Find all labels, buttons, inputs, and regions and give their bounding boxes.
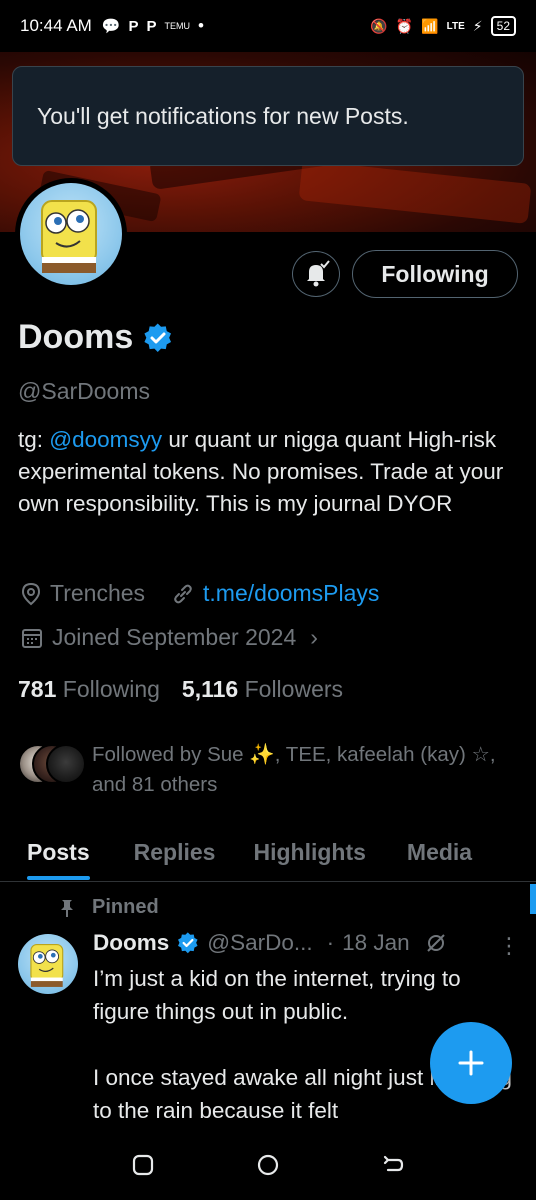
- post-author-name[interactable]: Dooms: [93, 930, 169, 956]
- p-icon: P: [128, 17, 139, 35]
- dot-icon: •: [198, 16, 204, 35]
- post-header: Dooms @SarDo... · 18 Jan: [93, 930, 448, 956]
- following-count: 781: [18, 676, 57, 702]
- website-item[interactable]: t.me/doomsPlays: [171, 580, 379, 607]
- home-icon[interactable]: [255, 1152, 281, 1178]
- battery-icon: 52: [490, 16, 516, 36]
- notification-bell-button[interactable]: [292, 251, 340, 297]
- profile-handle: @SarDooms: [18, 378, 150, 404]
- tab-highlights[interactable]: Highlights: [253, 822, 365, 882]
- tab-posts[interactable]: Posts: [27, 822, 90, 882]
- status-time: 10:44 AM: [20, 16, 92, 35]
- pin-icon: [61, 899, 73, 917]
- website-link[interactable]: t.me/doomsPlays: [203, 580, 379, 607]
- location-text: Trenches: [50, 580, 146, 606]
- pinned-indicator: Pinned: [58, 896, 159, 919]
- network-label: LTE: [446, 20, 465, 32]
- followed-by-row[interactable]: Followed by Sue ✨, TEE, kafeelah (kay) ☆…: [18, 740, 512, 800]
- profile-bio: tg: @doomsyy ur quant ur nigga quant Hig…: [18, 424, 518, 520]
- scrollbar[interactable]: [530, 884, 536, 914]
- toast-message: You'll get notifications for new Posts.: [37, 102, 409, 129]
- joined-text: Joined September 2024: [52, 624, 297, 650]
- avatar-image: [30, 944, 64, 987]
- tab-media[interactable]: Media: [407, 822, 472, 882]
- tab-replies[interactable]: Replies: [134, 822, 216, 882]
- verified-badge-icon[interactable]: [143, 322, 173, 353]
- bio-mention-link[interactable]: @doomsyy: [49, 427, 162, 452]
- post-author-avatar[interactable]: [18, 934, 78, 994]
- back-icon[interactable]: [380, 1152, 406, 1178]
- profile-name-row: Dooms: [18, 318, 173, 357]
- grok-slash-icon[interactable]: [424, 931, 448, 955]
- post-date: 18 Jan: [342, 930, 410, 955]
- followed-by-text: Followed by Sue ✨, TEE, kafeelah (kay) ☆…: [92, 743, 496, 796]
- follow-counts: 781 Following 5,116 Followers: [18, 676, 343, 703]
- mute-icon: 🔕: [370, 17, 388, 34]
- system-nav-bar: [0, 1130, 536, 1200]
- following-button[interactable]: Following: [352, 250, 518, 298]
- profile-tabs: Posts Replies Highlights Media: [0, 822, 536, 882]
- followers-count-link[interactable]: 5,116 Followers: [182, 676, 343, 703]
- link-icon: [174, 584, 192, 603]
- pinned-label: Pinned: [92, 896, 159, 918]
- post-separator: ·: [326, 930, 335, 955]
- p-icon: P: [146, 17, 157, 35]
- status-right-icons: 🔕 ⏰ 📶 LTE ⚡ 52: [370, 16, 516, 36]
- post-author-handle: @SarDo...: [207, 930, 313, 955]
- temu-icon: TEMU: [164, 21, 191, 31]
- status-bar: 10:44 AM 💬 P P TEMU • 🔕 ⏰ 📶 LTE ⚡ 52: [0, 0, 536, 52]
- notification-toast: You'll get notifications for new Posts.: [12, 66, 524, 166]
- following-label: Following: [62, 676, 160, 702]
- followers-count: 5,116: [181, 676, 239, 702]
- profile-avatar[interactable]: [15, 178, 127, 290]
- followers-label: Followers: [244, 676, 344, 702]
- status-left-icons: 💬 P P TEMU •: [102, 16, 204, 36]
- location-pin-icon: [21, 582, 41, 605]
- signal-icon: 📶: [421, 17, 439, 34]
- follower-avatar: [46, 744, 86, 784]
- profile-meta: Trenches t.me/doomsPlays: [20, 580, 405, 607]
- bell-check-icon: [307, 260, 330, 287]
- location-item: Trenches: [20, 580, 145, 607]
- alarm-icon: ⏰: [395, 17, 414, 34]
- profile-name: Dooms: [18, 318, 134, 356]
- compose-post-button[interactable]: [430, 1022, 512, 1104]
- plus-icon: [458, 1050, 484, 1076]
- followed-by-avatars: [18, 744, 86, 788]
- avatar-image: [41, 200, 97, 273]
- following-count-link[interactable]: 781 Following: [18, 676, 160, 703]
- post-more-icon[interactable]: ⋮: [498, 933, 520, 959]
- chevron-right-icon: ›: [310, 624, 318, 650]
- chat-icon: 💬: [101, 18, 121, 35]
- recent-apps-icon[interactable]: [130, 1152, 156, 1178]
- charging-icon: ⚡: [472, 17, 483, 34]
- bio-prefix: tg:: [18, 427, 50, 452]
- verified-badge-icon: [178, 932, 198, 954]
- calendar-icon: [22, 628, 42, 648]
- joined-row[interactable]: Joined September 2024 ›: [20, 624, 318, 651]
